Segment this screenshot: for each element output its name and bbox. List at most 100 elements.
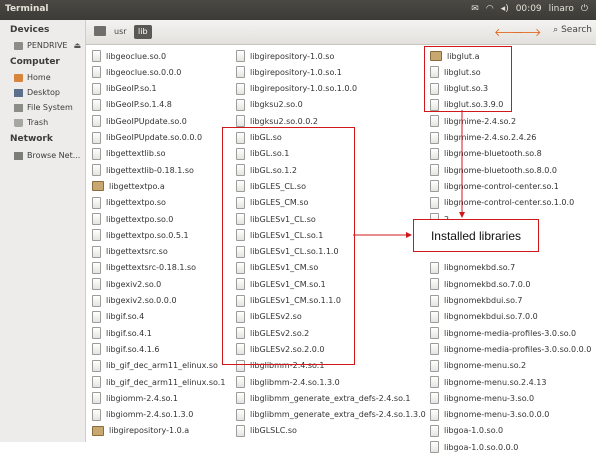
file-item[interactable]: libgirepository-1.0.a: [92, 424, 189, 438]
file-item[interactable]: libgnome-media-profiles-3.0.so.0.0.0: [430, 342, 591, 356]
file-name: libgettextpo.a: [109, 181, 165, 191]
file-icon: [430, 392, 439, 405]
file-item[interactable]: lib_gif_dec_arm11_elinux.so.1: [92, 375, 225, 389]
file-item[interactable]: libgksu2.so.0: [236, 98, 303, 112]
places-sidebar: Devices PENDRIVE ⏏ Computer Home Desktop…: [0, 20, 86, 442]
system-tray: ✉ ◠ ◂) 00:09 linaro ⏻: [471, 4, 588, 14]
file-item[interactable]: libgnome-media-profiles-3.0.so.0: [430, 326, 576, 340]
file-icon: [236, 424, 245, 437]
file-item[interactable]: libGeoIPUpdate.so.0.0.0: [92, 131, 202, 145]
file-item[interactable]: libgettextlib.so: [92, 147, 166, 161]
file-item[interactable]: libglibmm-2.4.so.1.3.0: [236, 375, 340, 389]
file-icon: [430, 196, 439, 209]
file-icon: [92, 66, 101, 79]
file-item[interactable]: libgnomekbd.so.7.0.0: [430, 277, 530, 291]
file-item[interactable]: libgmime-2.4.so.2: [430, 114, 516, 128]
wifi-icon[interactable]: ◠: [486, 4, 494, 14]
file-icon: [92, 229, 101, 242]
eject-icon[interactable]: ⏏: [73, 41, 81, 50]
file-item[interactable]: libgettextsrc.so: [92, 245, 168, 259]
file-item[interactable]: libgmime-2.4.so.2.4.26: [430, 131, 536, 145]
sidebar-item-pendrive[interactable]: PENDRIVE ⏏: [14, 41, 81, 50]
drive-icon: [14, 41, 23, 50]
file-item[interactable]: libglibmm_generate_extra_defs-2.4.so.1: [236, 391, 411, 405]
file-item[interactable]: libgoa-1.0.so.0: [430, 424, 503, 438]
file-item[interactable]: libgettextlib-0.18.1.so: [92, 163, 194, 177]
file-name: libgettextpo.so.0.5.1: [106, 230, 189, 240]
file-item[interactable]: libgiomm-2.4.so.1: [92, 391, 178, 405]
sidebar-item-desktop[interactable]: Desktop: [14, 88, 60, 97]
file-item[interactable]: libgnome-control-center.so.1: [430, 179, 559, 193]
file-name: libgnome-control-center.so.1: [444, 181, 559, 191]
clock[interactable]: 00:09: [516, 4, 542, 14]
file-item[interactable]: libgettextpo.so.0.5.1: [92, 228, 189, 242]
drive-icon[interactable]: [94, 26, 106, 36]
file-item[interactable]: libgnome-menu.so.2.4.13: [430, 375, 546, 389]
file-item[interactable]: libgirepository-1.0.so.1.0.0: [236, 82, 357, 96]
file-item[interactable]: libgif.so.4: [92, 310, 144, 324]
file-item[interactable]: libGeoIPUpdate.so.0: [92, 114, 187, 128]
file-name: libgnome-bluetooth.so.8: [444, 149, 542, 159]
sidebar-item-file-system[interactable]: File System: [14, 103, 73, 112]
file-item[interactable]: libgettextpo.so.0: [92, 212, 173, 226]
sidebar-item-trash[interactable]: Trash: [14, 118, 48, 127]
breadcrumb-lib[interactable]: lib: [134, 25, 152, 39]
file-item[interactable]: libgnomekbd.so.7: [430, 261, 515, 275]
file-item[interactable]: libgoa-1.0.so.0.0.0: [430, 440, 518, 454]
file-icon: [92, 376, 101, 388]
file-item[interactable]: libgettextsrc-0.18.1.so: [92, 261, 196, 275]
file-item[interactable]: libgnome-menu-3.so.0: [430, 391, 534, 405]
mail-icon[interactable]: ✉: [471, 4, 479, 14]
search-button[interactable]: ⌕ Search: [553, 25, 592, 35]
file-item[interactable]: libgiomm-2.4.so.1.3.0: [92, 408, 193, 422]
file-item[interactable]: libgnomekbdui.so.7.0.0: [430, 310, 538, 324]
file-item[interactable]: libgeoclue.so.0.0.0: [92, 65, 181, 79]
file-icon: [430, 359, 439, 372]
file-icon: [92, 131, 101, 144]
file-icon: [430, 343, 439, 356]
file-item[interactable]: libGeoIP.so.1: [92, 82, 157, 96]
file-item[interactable]: lib_gif_dec_arm11_elinux.so: [92, 359, 218, 373]
file-item[interactable]: libgettextpo.so: [92, 196, 166, 210]
file-item[interactable]: libgirepository-1.0.so: [236, 49, 334, 63]
sidebar-item-label: Home: [27, 73, 51, 82]
file-item[interactable]: libgeoclue.so.0: [92, 49, 166, 63]
file-icon: [430, 376, 439, 388]
file-name: libgirepository-1.0.so: [250, 51, 335, 61]
file-item[interactable]: libgexiv2.so.0.0.0: [92, 294, 177, 308]
file-icon: [430, 164, 439, 177]
file-icon: [430, 180, 439, 193]
forward-arrow-icon[interactable]: 🡒: [512, 25, 542, 39]
file-item[interactable]: libgnome-bluetooth.so.8: [430, 147, 542, 161]
file-icon: [92, 50, 101, 62]
file-icon: [430, 408, 439, 421]
user-name[interactable]: linaro: [549, 4, 574, 14]
file-name: libgnome-media-profiles-3.0.so.0.0.0: [444, 344, 592, 354]
file-name: libgexiv2.so.0.0.0: [106, 296, 177, 305]
file-icon: [236, 392, 245, 405]
file-name: libgnomekbdui.so.7.0.0: [444, 312, 538, 322]
file-item[interactable]: libgexiv2.so.0: [92, 277, 161, 291]
file-item[interactable]: libGLSLC.so: [236, 424, 297, 438]
file-icon: [92, 310, 101, 323]
file-item[interactable]: libgif.so.4.1.6: [92, 342, 159, 356]
file-icon: [92, 147, 101, 160]
devices-heading: Devices: [10, 25, 50, 35]
file-item[interactable]: libgnome-control-center.so.1.0.0: [430, 196, 574, 210]
power-icon[interactable]: ⏻: [581, 4, 588, 14]
volume-icon[interactable]: ◂): [501, 4, 509, 14]
file-item[interactable]: libgirepository-1.0.so.1: [236, 65, 342, 79]
file-item[interactable]: libgif.so.4.1: [92, 326, 152, 340]
file-item[interactable]: libgnome-bluetooth.so.8.0.0: [430, 163, 557, 177]
file-item[interactable]: libgnome-menu-3.so.0.0.0: [430, 408, 549, 422]
breadcrumb-usr[interactable]: usr: [110, 25, 131, 39]
file-item[interactable]: libGeoIP.so.1.4.8: [92, 98, 172, 112]
file-icon: [430, 278, 439, 291]
file-item[interactable]: libgnome-menu.so.2: [430, 359, 526, 373]
file-item[interactable]: libgettextpo.a: [92, 179, 165, 193]
sidebar-item-browse-network[interactable]: Browse Net...: [14, 151, 80, 160]
file-name: libgif.so.4.1: [106, 328, 152, 338]
file-item[interactable]: libgnomekbdui.so.7: [430, 294, 522, 308]
sidebar-item-home[interactable]: Home: [14, 73, 51, 82]
file-item[interactable]: libglibmm_generate_extra_defs-2.4.so.1.3…: [236, 408, 426, 422]
